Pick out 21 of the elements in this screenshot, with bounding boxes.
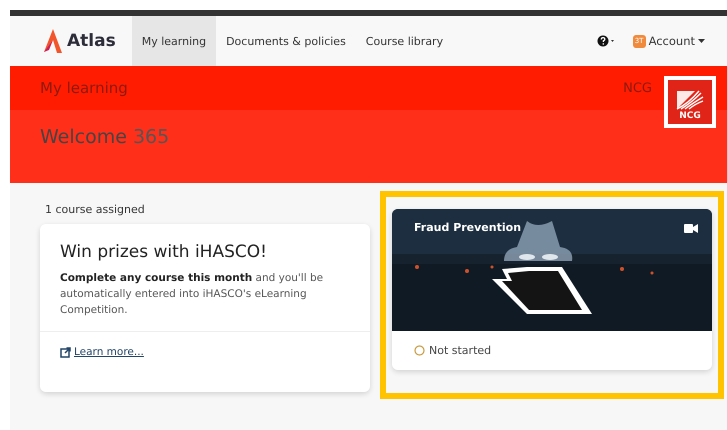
caret-icon [698, 39, 705, 43]
nav-tab[interactable]: Course library [356, 16, 454, 66]
promo-title: Win prizes with iHASCO! [60, 242, 268, 262]
learn-more-link[interactable]: Learn more... [60, 346, 144, 358]
course-status: Not started [429, 344, 492, 357]
course-card[interactable]: Fraud Prevention Not started [392, 209, 712, 370]
welcome-heading: Welcome 365 [40, 126, 170, 148]
nav-tab[interactable]: My learning [132, 16, 216, 66]
status-circle-icon [414, 345, 425, 356]
video-camera-icon [684, 224, 698, 233]
atlas-logo-icon [43, 28, 63, 54]
course-title: Fraud Prevention [414, 221, 522, 234]
nav-tab[interactable]: Documents & policies [216, 16, 356, 66]
organisation-name: NCG [623, 80, 652, 96]
external-link-icon [60, 346, 71, 358]
organisation-logo: NCG [664, 76, 716, 128]
section-title: My learning [40, 79, 128, 97]
course-count: 1 course assigned [45, 203, 146, 216]
help-menu-button[interactable] [596, 35, 615, 47]
brand-name: Atlas [67, 31, 116, 51]
promo-text: Complete any course this month and you'll be automatically entered into iHASCO's eLearning Competition. [60, 271, 324, 318]
